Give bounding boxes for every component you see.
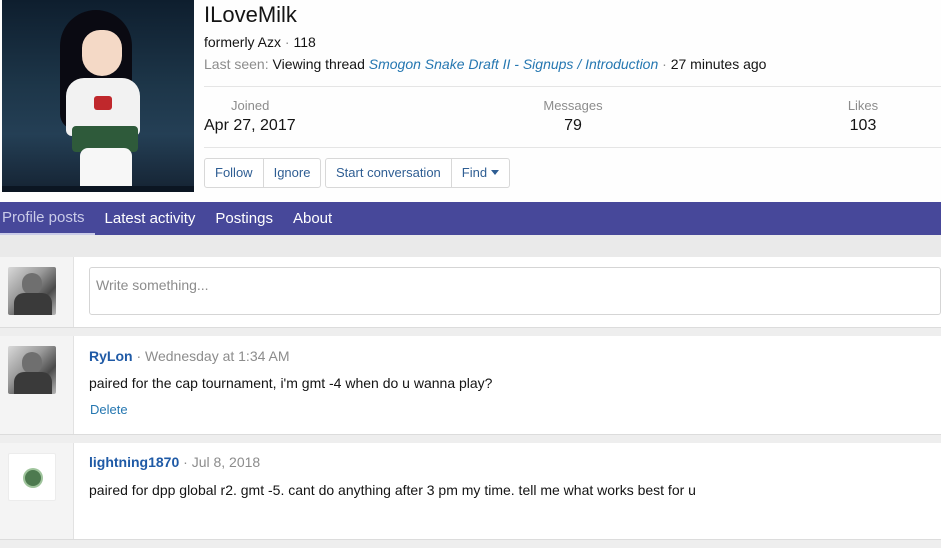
profile-header: ILoveMilk formerly Azx · 118 Last seen: …: [0, 0, 941, 202]
profile-tabs: Profile posts Latest activity Postings A…: [0, 202, 941, 235]
post-meta: RyLon · Wednesday at 1:34 AM: [89, 348, 290, 364]
separator: [0, 328, 941, 336]
separator: [0, 540, 941, 548]
write-something-input[interactable]: Write something...: [89, 267, 941, 315]
find-label: Find: [461, 165, 488, 180]
stat-likes-label: Likes: [847, 98, 879, 113]
tab-postings[interactable]: Postings: [205, 202, 283, 235]
stat-joined-label: Joined: [231, 98, 270, 113]
post-timestamp[interactable]: Wednesday at 1:34 AM: [145, 348, 290, 364]
formerly-text: formerly Azx: [204, 34, 282, 50]
last-seen: Last seen: Viewing thread Smogon Snake D…: [204, 56, 766, 72]
post-count: 118: [293, 34, 316, 50]
profile-subline: formerly Azx · 118: [204, 34, 316, 50]
post-meta: lightning1870 · Jul 8, 2018: [89, 454, 260, 470]
avatar[interactable]: [8, 346, 56, 394]
stat-joined: Joined Apr 27, 2017: [204, 98, 296, 135]
stat-likes-value: 103: [849, 117, 877, 134]
post-author-link[interactable]: RyLon: [89, 348, 133, 364]
last-seen-time: 27 minutes ago: [670, 56, 767, 72]
separator-dot: ·: [658, 56, 671, 72]
conversation-find-group: Start conversation Find: [325, 158, 511, 188]
tab-latest-activity[interactable]: Latest activity: [95, 202, 206, 235]
follow-ignore-group: Follow Ignore: [204, 158, 322, 188]
avatar[interactable]: [8, 267, 56, 315]
delete-link[interactable]: Delete: [90, 402, 128, 417]
avatar[interactable]: [8, 453, 56, 501]
stat-likes: Likes 103: [826, 98, 900, 135]
stat-messages-label: Messages: [543, 98, 603, 113]
chevron-down-icon: [491, 170, 500, 175]
last-seen-activity: Viewing thread: [272, 56, 365, 72]
stat-joined-value: Apr 27, 2017: [204, 117, 296, 134]
last-seen-thread-link[interactable]: Smogon Snake Draft II - Signups / Introd…: [369, 56, 659, 72]
ignore-button[interactable]: Ignore: [264, 159, 321, 187]
stat-messages-value: 79: [564, 117, 582, 134]
post-body: paired for dpp global r2. gmt -5. cant d…: [89, 482, 696, 498]
profile-avatar[interactable]: [2, 0, 194, 192]
divider: [204, 86, 941, 87]
start-conversation-button[interactable]: Start conversation: [326, 159, 452, 187]
divider: [204, 147, 941, 148]
find-button[interactable]: Find: [452, 159, 509, 187]
post-body: paired for the cap tournament, i'm gmt -…: [89, 375, 493, 391]
tab-about[interactable]: About: [283, 202, 342, 235]
separator-dot: ·: [132, 348, 146, 364]
separator-dot: ·: [179, 454, 192, 470]
tab-profile-posts[interactable]: Profile posts: [0, 202, 95, 235]
separator-dot: ·: [281, 34, 294, 50]
post-author-link[interactable]: lightning1870: [89, 454, 179, 470]
stat-messages[interactable]: Messages 79: [520, 98, 626, 135]
separator: [0, 435, 941, 443]
last-seen-label: Last seen:: [204, 56, 269, 72]
profile-username: ILoveMilk: [204, 2, 297, 27]
post-timestamp[interactable]: Jul 8, 2018: [192, 454, 261, 470]
follow-button[interactable]: Follow: [205, 159, 264, 187]
tab-content-strip: [0, 235, 941, 257]
